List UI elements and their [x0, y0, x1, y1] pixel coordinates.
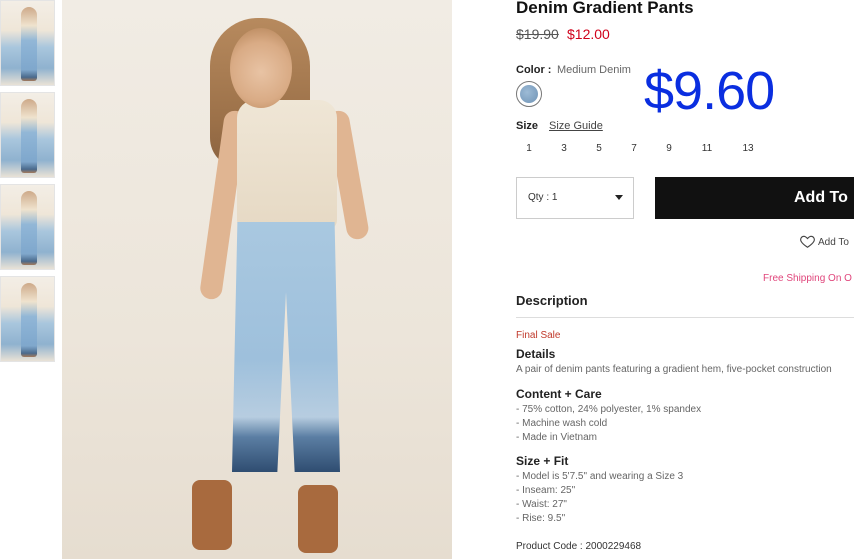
size-option-3[interactable]: 3	[547, 139, 581, 159]
fit-line: - Waist: 27"	[516, 499, 567, 510]
size-option-9[interactable]: 9	[652, 139, 686, 159]
sale-price: $12.00	[567, 26, 610, 42]
size-option-11[interactable]: 11	[690, 139, 724, 159]
size-option-7[interactable]: 7	[617, 139, 651, 159]
thumbnail-4[interactable]	[0, 276, 55, 362]
add-to-bag-button[interactable]: Add To	[655, 177, 854, 219]
thumbnail-figure	[21, 283, 37, 357]
size-fit-heading: Size + Fit	[516, 454, 569, 468]
thumbnail-figure	[21, 99, 37, 173]
content-line: - Made in Vietnam	[516, 432, 597, 443]
quantity-select[interactable]: Qty : 1	[516, 177, 634, 219]
quantity-value: Qty : 1	[528, 192, 558, 203]
thumbnail-1[interactable]	[0, 0, 55, 86]
model-jeans	[232, 222, 340, 472]
size-option-5[interactable]: 5	[582, 139, 616, 159]
color-label: Color :	[516, 64, 552, 76]
size-label: Size	[516, 120, 539, 132]
fit-line: - Rise: 9.5"	[516, 513, 566, 524]
thumbnail-figure	[21, 191, 37, 265]
thumbnail-2[interactable]	[0, 92, 55, 178]
fit-line: - Model is 5'7.5" and wearing a Size 3	[516, 471, 684, 482]
chevron-down-icon	[615, 195, 623, 200]
color-value: Medium Denim	[557, 64, 631, 76]
size-option-1[interactable]: 1	[512, 139, 546, 159]
product-code: Product Code : 2000229468	[516, 541, 642, 552]
thumbnail-figure	[21, 7, 37, 81]
swatch-fill	[520, 85, 538, 103]
model-sandal	[192, 480, 232, 550]
original-price: $19.90	[516, 26, 559, 42]
fit-line: - Inseam: 25"	[516, 485, 576, 496]
free-shipping-banner[interactable]: Free Shipping On O	[763, 273, 852, 284]
content-care-heading: Content + Care	[516, 387, 602, 401]
product-main-image[interactable]	[62, 0, 452, 559]
content-line: - 75% cotton, 24% polyester, 1% spandex	[516, 404, 702, 415]
details-text: A pair of denim pants featuring a gradie…	[516, 364, 832, 375]
content-line: - Machine wash cold	[516, 418, 608, 429]
size-guide-link[interactable]: Size Guide	[549, 120, 603, 132]
divider	[516, 317, 854, 318]
thumbnail-3[interactable]	[0, 184, 55, 270]
model-sandal	[298, 485, 338, 553]
wishlist-label: Add To	[818, 237, 849, 248]
description-header: Description	[516, 293, 588, 308]
final-sale-notice: Final Sale	[516, 330, 561, 341]
model-bodysuit	[237, 100, 337, 230]
model-head	[230, 28, 292, 108]
color-swatch-medium-denim[interactable]	[516, 81, 542, 107]
size-option-13[interactable]: 13	[731, 139, 765, 159]
heart-icon	[800, 235, 815, 248]
product-title: Denim Gradient Pants	[516, 0, 694, 17]
overlay-price: $9.60	[644, 61, 775, 121]
add-to-bag-label: Add To	[794, 189, 848, 206]
details-heading: Details	[516, 347, 556, 361]
